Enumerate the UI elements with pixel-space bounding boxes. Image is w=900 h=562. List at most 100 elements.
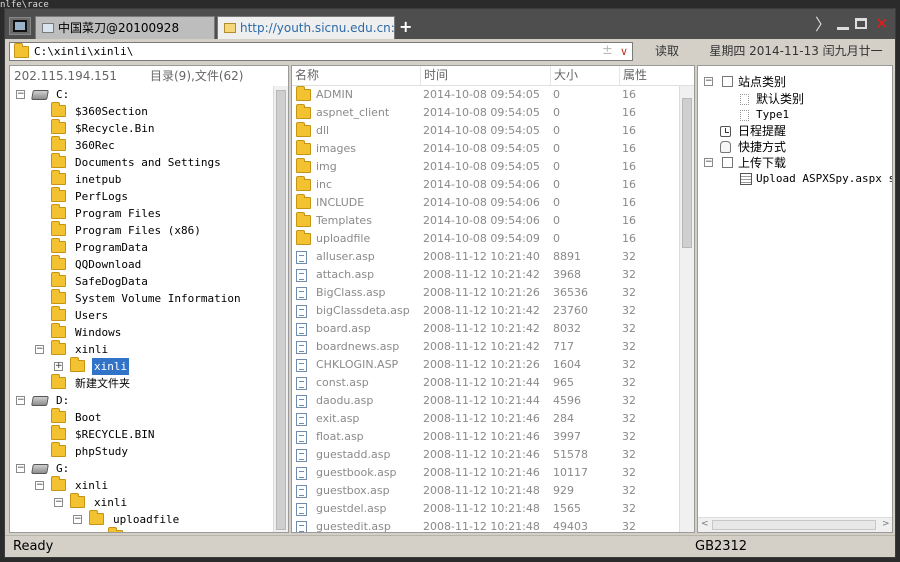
file-row[interactable]: aspnet_client 2014-10-08 09:54:05 0 16	[292, 104, 680, 122]
spin-icon[interactable]: ±	[602, 43, 613, 59]
collapse-icon[interactable]: −	[35, 481, 44, 490]
tree-folder[interactable]: Windows	[10, 323, 274, 341]
file-row[interactable]: images 2014-10-08 09:54:05 0 16	[292, 140, 680, 158]
tree-folder[interactable]: PerfLogs	[10, 187, 274, 205]
file-row[interactable]: float.asp 2008-11-12 10:21:46 3997 32	[292, 428, 680, 446]
site-tree-item[interactable]: − 上传下载	[698, 155, 892, 171]
file-name: ADMIN	[316, 88, 353, 101]
tree-folder[interactable]: − xinli	[10, 340, 274, 358]
file-row[interactable]: CHKLOGIN.ASP 2008-11-12 10:21:26 1604 32	[292, 356, 680, 374]
tree-folder[interactable]: System Volume Information	[10, 289, 274, 307]
tree-folder[interactable]: − xinli	[10, 493, 274, 511]
file-name: boardnews.asp	[316, 340, 400, 353]
site-tree-item[interactable]: Type1	[698, 107, 892, 123]
chevron-down-icon[interactable]: ∨	[620, 43, 628, 60]
collapse-icon[interactable]: −	[35, 345, 44, 354]
tree-folder[interactable]: Program Files (x86)	[10, 221, 274, 239]
tree-folder[interactable]: f	[10, 527, 274, 532]
maximize-button[interactable]	[855, 18, 867, 29]
file-row[interactable]: bigClassdeta.asp 2008-11-12 10:21:42 23760…	[292, 302, 680, 320]
tree-folder[interactable]: 新建文件夹	[10, 374, 274, 392]
file-row[interactable]: uploadfile 2014-10-08 09:54:09 0 16	[292, 230, 680, 248]
site-tree-item[interactable]: 日程提醒	[698, 123, 892, 139]
tree-folder[interactable]: inetpub	[10, 170, 274, 188]
file-row[interactable]: board.asp 2008-11-12 10:21:42 8032 32	[292, 320, 680, 338]
collapse-icon[interactable]: −	[16, 464, 25, 473]
tree-folder[interactable]: $360Section	[10, 102, 274, 120]
file-row[interactable]: Templates 2014-10-08 09:54:06 0 16	[292, 212, 680, 230]
site-tree-item[interactable]: 快捷方式	[698, 139, 892, 155]
scroll-left-icon[interactable]: <	[701, 518, 709, 531]
tree-folder[interactable]: Program Files	[10, 204, 274, 222]
file-row[interactable]: guestadd.asp 2008-11-12 10:21:46 51578 32	[292, 446, 680, 464]
checkbox[interactable]	[722, 157, 733, 168]
file-row[interactable]: dll 2014-10-08 09:54:05 0 16	[292, 122, 680, 140]
read-button[interactable]: 读取	[639, 42, 695, 61]
file-row[interactable]: BigClass.asp 2008-11-12 10:21:26 36536 32	[292, 284, 680, 302]
file-row[interactable]: inc 2014-10-08 09:54:06 0 16	[292, 176, 680, 194]
collapse-icon[interactable]: −	[16, 90, 25, 99]
file-row[interactable]: INCLUDE 2014-10-08 09:54:06 0 16	[292, 194, 680, 212]
tree-folder[interactable]: Users	[10, 306, 274, 324]
file-row[interactable]: guestedit.asp 2008-11-12 10:21:48 49403 32	[292, 518, 680, 532]
collapse-icon[interactable]: −	[16, 396, 25, 405]
collapse-icon[interactable]: −	[704, 158, 713, 167]
tree-folder[interactable]: SafeDogData	[10, 272, 274, 290]
column-attr[interactable]: 属性	[619, 66, 647, 85]
tree-folder[interactable]: ProgramData	[10, 238, 274, 256]
file-row[interactable]: daodu.asp 2008-11-12 10:21:44 4596 32	[292, 392, 680, 410]
column-time[interactable]: 时间	[420, 66, 448, 85]
file-name: uploadfile	[316, 232, 371, 245]
tree-folder[interactable]: Documents and Settings	[10, 153, 274, 171]
tree-folder[interactable]: − xinli	[10, 476, 274, 494]
tree-drive[interactable]: − G:	[10, 460, 274, 477]
tree-folder[interactable]: Boot	[10, 408, 274, 426]
column-size[interactable]: 大小	[550, 66, 578, 85]
collapse-icon[interactable]: −	[704, 77, 713, 86]
hscroll-thumb[interactable]	[712, 520, 876, 530]
chevron-right-icon[interactable]: 〉	[815, 17, 831, 33]
tree-folder[interactable]: − uploadfile	[10, 510, 274, 528]
collapse-icon[interactable]: −	[73, 515, 82, 524]
scroll-right-icon[interactable]: >	[882, 518, 890, 531]
column-name[interactable]: 名称	[292, 66, 319, 85]
file-row[interactable]: ADMIN 2014-10-08 09:54:05 0 16	[292, 86, 680, 104]
file-row[interactable]: const.asp 2008-11-12 10:21:44 965 32	[292, 374, 680, 392]
close-button[interactable]: ✕	[875, 16, 888, 32]
file-row[interactable]: alluser.asp 2008-11-12 10:21:40 8891 32	[292, 248, 680, 266]
file-row[interactable]: attach.asp 2008-11-12 10:21:42 3968 32	[292, 266, 680, 284]
minimize-button[interactable]	[837, 18, 849, 30]
app-menu-button[interactable]	[9, 17, 31, 35]
file-list-scrollbar[interactable]	[679, 86, 694, 532]
site-tree-item[interactable]: Upload ASPXSpy.aspx suc	[698, 171, 892, 187]
file-row[interactable]: img 2014-10-08 09:54:05 0 16	[292, 158, 680, 176]
file-row[interactable]: boardnews.asp 2008-11-12 10:21:42 717 32	[292, 338, 680, 356]
file-row[interactable]: guestbox.asp 2008-11-12 10:21:48 929 32	[292, 482, 680, 500]
site-tree-pane: − 站点类别 默认类别 Type1 日程提醒 快捷方式 − 上传下载 Upload ASPXSp…	[697, 65, 893, 533]
tab-shell[interactable]: 中国菜刀@20100928	[35, 16, 215, 39]
tree-scrollbar[interactable]	[273, 86, 288, 532]
tree-folder[interactable]: phpStudy	[10, 442, 274, 460]
tree-drive[interactable]: − D:	[10, 392, 274, 409]
expand-icon[interactable]: +	[54, 362, 63, 371]
tree-folder[interactable]: $Recycle.Bin	[10, 119, 274, 137]
path-input[interactable]: C:\xinli\xinli\ ± ∨	[9, 42, 633, 61]
tree-folder[interactable]: + xinli	[10, 357, 274, 375]
file-attr: 32	[622, 358, 636, 371]
tree-drive[interactable]: − C:	[10, 86, 274, 103]
file-name: CHKLOGIN.ASP	[316, 358, 399, 371]
site-tree-item[interactable]: 默认类别	[698, 91, 892, 107]
tree-folder[interactable]: $RECYCLE.BIN	[10, 425, 274, 443]
collapse-icon[interactable]: −	[54, 498, 63, 507]
file-row[interactable]: guestbook.asp 2008-11-12 10:21:46 10117 32	[292, 464, 680, 482]
tree-folder[interactable]: QQDownload	[10, 255, 274, 273]
checkbox[interactable]	[722, 76, 733, 87]
file-row[interactable]: guestdel.asp 2008-11-12 10:21:48 1565 32	[292, 500, 680, 518]
tree-folder[interactable]: 360Rec	[10, 136, 274, 154]
page-icon	[42, 23, 54, 33]
site-tree-item[interactable]: − 站点类别	[698, 74, 892, 90]
file-row[interactable]: exit.asp 2008-11-12 10:21:46 284 32	[292, 410, 680, 428]
site-tree-hscroll[interactable]: < >	[698, 517, 892, 532]
new-tab-button[interactable]: +	[399, 18, 412, 36]
tab-url[interactable]: http://youth.sicnu.edu.cn:252...	[217, 16, 395, 39]
